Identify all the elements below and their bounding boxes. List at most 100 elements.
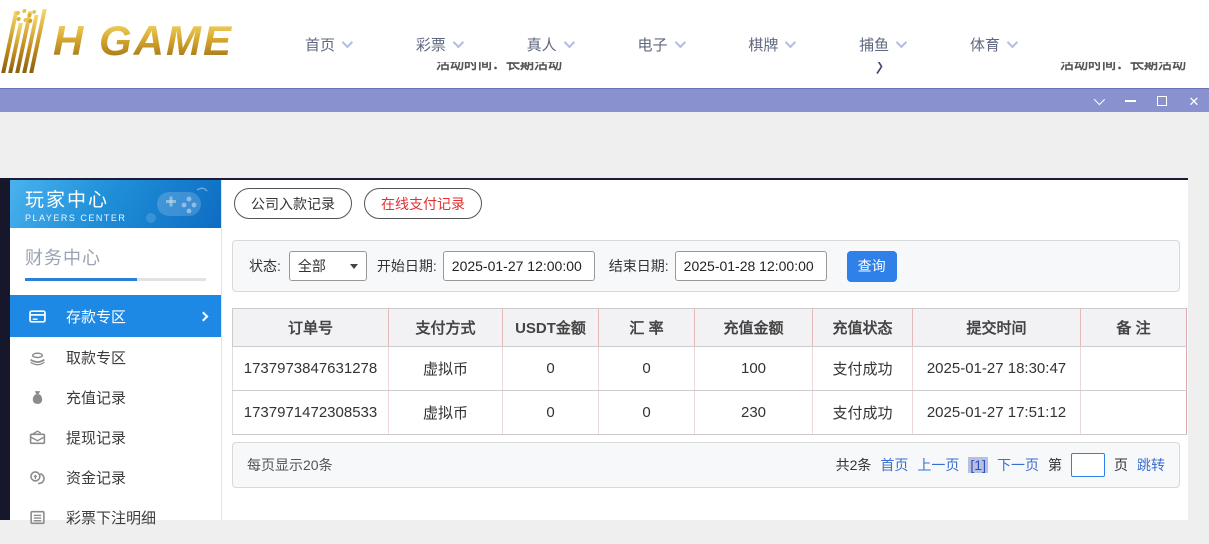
- left-dark-edge: [0, 178, 10, 520]
- nav-item-live[interactable]: 真人: [527, 34, 572, 55]
- cell-usdt-amount: 0: [503, 347, 599, 391]
- sidebar-item-recharge-records[interactable]: 充值记录: [10, 377, 221, 417]
- cell-submit-time: 2025-01-27 17:51:12: [913, 391, 1081, 435]
- logo-bars-icon: [1, 9, 54, 73]
- sidebar-item-withdrawal-records[interactable]: 提现记录: [10, 417, 221, 457]
- sidebar-item-lottery-bet-details[interactable]: 彩票下注明细: [10, 497, 221, 537]
- tab-company-deposit-records[interactable]: 公司入款记录: [234, 188, 352, 219]
- query-button[interactable]: 查询: [847, 251, 897, 282]
- cell-payment-method: 虚拟币: [389, 391, 503, 435]
- coins-icon: [28, 468, 46, 486]
- clipped-background-text: 活动时间：长期活动: [1060, 62, 1190, 77]
- pagination-bar: 每页显示20条 共2条 首页 上一页 [1] 下一页 第 页 跳转: [232, 442, 1180, 488]
- col-order-number: 订单号: [233, 309, 389, 347]
- nav-item-chess[interactable]: 棋牌: [748, 34, 793, 55]
- cell-exchange-rate: 0: [599, 347, 695, 391]
- gamepad-icon: [139, 186, 211, 226]
- bank-card-icon: [28, 307, 46, 325]
- window-controls: ✕: [1091, 89, 1201, 113]
- status-select[interactable]: 全部: [289, 251, 367, 281]
- money-bag-icon: [28, 388, 46, 406]
- prev-page-link[interactable]: 上一页: [917, 455, 959, 475]
- table-header-row: 订单号 支付方式 USDT金额 汇 率 充值金额 充值状态 提交时间 备 注: [233, 309, 1187, 347]
- payment-records-table: 订单号 支付方式 USDT金额 汇 率 充值金额 充值状态 提交时间 备 注 1…: [232, 308, 1187, 435]
- col-remarks: 备 注: [1081, 309, 1187, 347]
- chevron-down-icon: [1094, 94, 1105, 105]
- main-panel: 公司入款记录 在线支付记录 状态: 全部 开始日期: 结束日期: 查询 订单号 …: [222, 180, 1188, 520]
- per-page-label: 每页显示20条: [247, 455, 333, 475]
- col-exchange-rate: 汇 率: [599, 309, 695, 347]
- end-date-label: 结束日期:: [609, 256, 669, 276]
- cell-recharge-amount: 230: [695, 391, 813, 435]
- page-jump-input[interactable]: [1071, 453, 1105, 477]
- cell-exchange-rate: 0: [599, 391, 695, 435]
- total-count: 共2条: [836, 455, 872, 475]
- sidebar-item-label: 彩票下注明细: [66, 507, 156, 528]
- withdraw-hand-icon: [28, 348, 46, 366]
- jump-suffix-label: 页: [1114, 455, 1128, 475]
- wallet-icon: [28, 428, 46, 446]
- finance-center-heading: 财务中心: [25, 244, 221, 270]
- col-submit-time: 提交时间: [913, 309, 1081, 347]
- table-row: 1737973847631278 虚拟币 0 0 100 支付成功 2025-0…: [233, 347, 1187, 391]
- next-page-link[interactable]: 下一页: [997, 455, 1039, 475]
- status-select-value: 全部: [298, 256, 326, 276]
- chevron-down-icon: [785, 37, 796, 48]
- nav-item-slots[interactable]: 电子: [637, 34, 682, 55]
- maximize-icon: [1157, 96, 1167, 106]
- current-page-indicator: [1]: [968, 457, 988, 473]
- nav-item-lottery[interactable]: 彩票: [416, 34, 461, 55]
- nav-item-home[interactable]: 首页: [305, 34, 350, 55]
- chevron-down-icon: [674, 37, 685, 48]
- sidebar-item-deposit-zone[interactable]: 存款专区: [10, 295, 221, 337]
- sidebar-menu: 存款专区 取款专区 充值记录 提现记录 资金记录: [10, 295, 221, 537]
- nav-item-sports[interactable]: 体育: [970, 34, 1015, 55]
- cell-remarks: [1081, 347, 1187, 391]
- table-row: 1737971472308533 虚拟币 0 0 230 支付成功 2025-0…: [233, 391, 1187, 435]
- sidebar-item-label: 存款专区: [66, 306, 126, 327]
- nav-item-fishing[interactable]: 捕鱼: [859, 34, 904, 55]
- cell-payment-method: 虚拟币: [389, 347, 503, 391]
- sidebar-item-label: 资金记录: [66, 467, 126, 488]
- window-minimize-button[interactable]: [1123, 94, 1137, 108]
- chevron-down-icon: [453, 37, 464, 48]
- first-page-link[interactable]: 首页: [880, 455, 908, 475]
- players-center-header: 玩家中心 PLAYERS CENTER: [10, 180, 221, 228]
- cell-submit-time: 2025-01-27 18:30:47: [913, 347, 1081, 391]
- clipped-background-chevron: 〉: [876, 62, 891, 75]
- window-titlebar: ✕: [0, 88, 1209, 112]
- close-icon: ✕: [1189, 95, 1200, 108]
- chevron-down-icon: [342, 37, 353, 48]
- window-collapse-button[interactable]: [1091, 94, 1105, 108]
- start-date-input[interactable]: [443, 251, 595, 281]
- chevron-down-icon: [896, 37, 907, 48]
- chevron-down-icon: [350, 264, 358, 269]
- filter-panel: 状态: 全部 开始日期: 结束日期: 查询: [232, 240, 1180, 292]
- sidebar-item-funds-records[interactable]: 资金记录: [10, 457, 221, 497]
- logo-dots-decoration: [16, 11, 21, 15]
- chevron-down-icon: [1007, 37, 1018, 48]
- minimize-icon: [1125, 100, 1136, 102]
- window-maximize-button[interactable]: [1155, 94, 1169, 108]
- col-usdt-amount: USDT金额: [503, 309, 599, 347]
- sidebar-item-withdraw-zone[interactable]: 取款专区: [10, 337, 221, 377]
- end-date-input[interactable]: [675, 251, 827, 281]
- cell-usdt-amount: 0: [503, 391, 599, 435]
- main-nav: 首页 彩票 真人 电子 棋牌 捕鱼 体育: [305, 0, 1015, 88]
- start-date-label: 开始日期:: [377, 256, 437, 276]
- site-logo: H GAME: [8, 6, 233, 76]
- clipped-background-text: 活动时间：长期活动: [436, 62, 596, 77]
- chevron-right-icon: [199, 311, 209, 321]
- jump-button[interactable]: 跳转: [1137, 455, 1165, 475]
- section-divider: [25, 278, 206, 281]
- chevron-down-icon: [563, 37, 574, 48]
- col-recharge-amount: 充值金额: [695, 309, 813, 347]
- window-close-button[interactable]: ✕: [1187, 94, 1201, 108]
- logo-text: H GAME: [53, 17, 233, 65]
- sidebar-item-label: 充值记录: [66, 387, 126, 408]
- status-label: 状态:: [249, 256, 281, 276]
- cell-remarks: [1081, 391, 1187, 435]
- cell-recharge-amount: 100: [695, 347, 813, 391]
- tab-online-payment-records[interactable]: 在线支付记录: [364, 188, 482, 219]
- pagination-controls: 共2条 首页 上一页 [1] 下一页 第 页 跳转: [836, 453, 1165, 477]
